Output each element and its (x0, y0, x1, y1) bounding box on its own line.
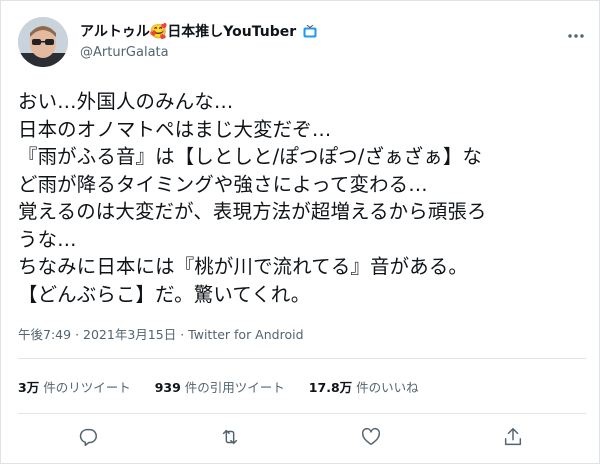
display-name[interactable]: アルトゥル🥰日本推しYouTuber (80, 21, 317, 42)
tweet-text-line: 日本のオノマトペはまじ大変だぞ… (18, 117, 332, 141)
tweet-time[interactable]: 午後7:49 (18, 327, 71, 342)
retweet-count-value: 3万 (18, 380, 40, 395)
retweet-button[interactable] (217, 424, 243, 450)
quote-count[interactable]: 939 件の引用ツイート (155, 377, 285, 396)
quote-count-label: 件の引用ツイート (184, 380, 285, 395)
heart-icon (361, 427, 381, 446)
retweet-icon (222, 429, 238, 445)
user-handle[interactable]: @ArturGalata (80, 45, 169, 60)
meta-separator: · (180, 327, 185, 342)
more-icon[interactable] (566, 26, 586, 38)
tweet-stats: 3万 件のリツイート 939 件の引用ツイート 17.8万 件のいいね (18, 377, 439, 396)
tweet-text-line: うな… (18, 227, 77, 251)
tweet-source[interactable]: Twitter for Android (188, 327, 303, 342)
meta-separator: · (75, 327, 80, 342)
avatar-image (18, 17, 68, 67)
tweet-text-line: 覚えるのは大変だが、表現方法が超増えるから頑張ろ (18, 200, 487, 223)
share-button[interactable] (500, 424, 526, 450)
reply-icon (79, 428, 97, 446)
action-bar (0, 424, 600, 452)
quote-count-value: 939 (154, 380, 181, 395)
like-count-value: 17.8万 (308, 380, 353, 395)
avatar[interactable] (18, 17, 68, 67)
share-icon (504, 428, 522, 446)
tweet-text-line: おい…外国人のみんな… (18, 90, 234, 113)
reply-button[interactable] (75, 424, 101, 450)
tweet-text-line: 『雨がふる音』は【しとしと/ぽつぽつ/ざぁざぁ】な (18, 145, 483, 168)
tweet-text-line: ちなみに日本には『桃が川で流れてる』音がある。 (18, 255, 469, 278)
tweet-text: おい…外国人のみんな… 日本のオノマトペはまじ大変だぞ… 『雨がふる音』は【しと… (18, 88, 588, 308)
divider (18, 358, 586, 359)
tv-icon (303, 24, 317, 42)
tweet-date[interactable]: 2021年3月15日 (83, 327, 176, 342)
divider (18, 413, 586, 414)
like-button[interactable] (358, 424, 384, 450)
like-count-label: 件のいいね (356, 380, 419, 395)
smiling-face-hearts-icon: 🥰 (149, 24, 168, 40)
tweet-meta: 午後7:49 · 2021年3月15日 · Twitter for Androi… (18, 324, 304, 343)
tweet-text-line: ど雨が降るタイミングや強さによって変わる… (18, 172, 428, 196)
like-count[interactable]: 17.8万 件のいいね (309, 377, 419, 396)
display-name-suffix: 日本推しYouTuber (167, 24, 297, 40)
tweet-text-line: 【どんぶらこ】だ。驚いてくれ。 (18, 282, 311, 306)
display-name-text: アルトゥル (80, 24, 150, 40)
retweet-count-label: 件のリツイート (43, 380, 131, 395)
retweet-count[interactable]: 3万 件のリツイート (18, 377, 131, 396)
